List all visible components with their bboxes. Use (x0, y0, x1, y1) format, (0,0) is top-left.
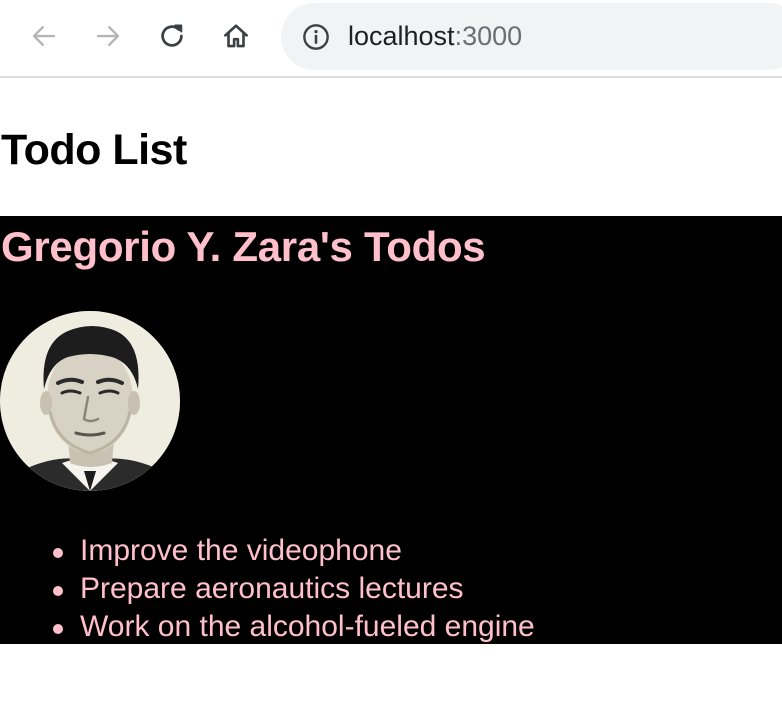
profile-panel: Gregorio Y. Zara's Todos Improve the vid… (0, 216, 782, 644)
list-item: Improve the videophone (53, 532, 535, 570)
back-button[interactable] (26, 18, 62, 54)
list-item: Prepare aeronautics lectures (53, 570, 535, 608)
home-button[interactable] (218, 18, 254, 54)
info-icon[interactable] (302, 23, 330, 51)
browser-toolbar: localhost:3000 (0, 0, 782, 78)
address-bar[interactable]: localhost:3000 (281, 3, 782, 70)
url-port: :3000 (454, 21, 523, 51)
url-text[interactable]: localhost:3000 (348, 3, 522, 70)
reload-icon (161, 24, 183, 47)
profile-heading: Gregorio Y. Zara's Todos (1, 223, 486, 270)
avatar (0, 311, 180, 491)
reload-button[interactable] (154, 18, 190, 54)
forward-button[interactable] (90, 18, 126, 54)
url-host: localhost (348, 21, 455, 51)
todo-list: Improve the videophone Prepare aeronauti… (53, 532, 535, 646)
list-item: Work on the alcohol-fueled engine (53, 608, 535, 646)
portrait-image (0, 311, 180, 491)
arrow-left-icon (32, 26, 56, 46)
page-title: Todo List (1, 126, 187, 174)
arrow-right-icon (96, 26, 120, 46)
home-icon (224, 24, 248, 48)
